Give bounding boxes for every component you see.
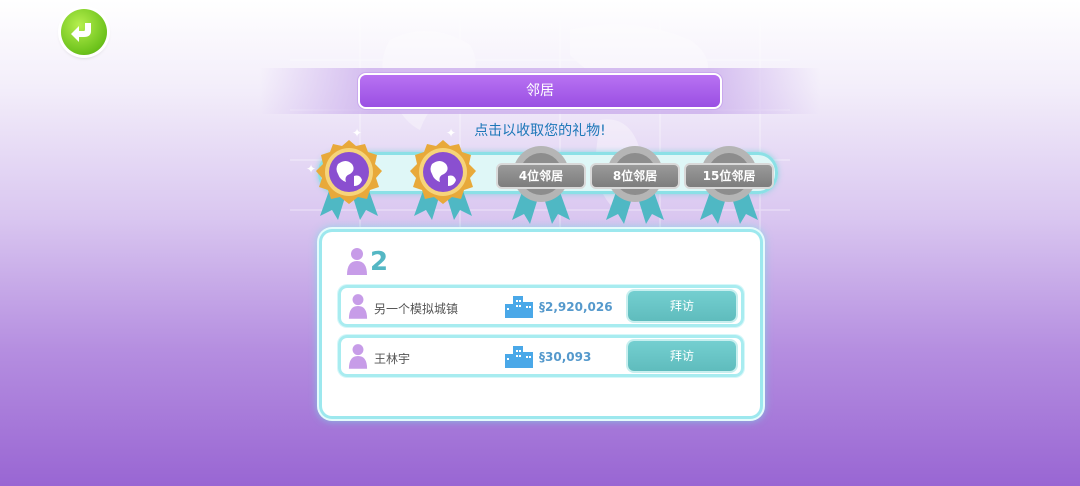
- page-title: 邻居: [360, 75, 720, 107]
- neighbor-simoleons: §2,920,026: [539, 300, 613, 314]
- city-icon: [505, 346, 533, 368]
- person-icon: [348, 344, 368, 369]
- reward-label-4: 4位邻居: [496, 163, 586, 189]
- back-arrow-icon: [71, 23, 91, 42]
- neighbor-count: 2: [370, 247, 389, 277]
- reward-medal-2[interactable]: [406, 138, 480, 222]
- person-icon: [348, 294, 368, 319]
- city-icon: [505, 296, 533, 318]
- neighbor-simoleons: §30,093: [539, 350, 592, 364]
- visit-button[interactable]: 拜访: [628, 341, 736, 371]
- visit-button[interactable]: 拜访: [628, 291, 736, 321]
- neighbor-name: 另一个模拟城镇: [374, 302, 459, 316]
- back-button[interactable]: [61, 9, 107, 55]
- collect-gift-hint: 点击以收取您的礼物!: [474, 123, 606, 139]
- reward-label-15: 15位邻居: [684, 163, 774, 189]
- person-icon: [347, 248, 367, 275]
- reward-label-8: 8位邻居: [590, 163, 680, 189]
- reward-medal-1[interactable]: [312, 138, 386, 222]
- neighbor-name: 王林宇: [374, 352, 411, 366]
